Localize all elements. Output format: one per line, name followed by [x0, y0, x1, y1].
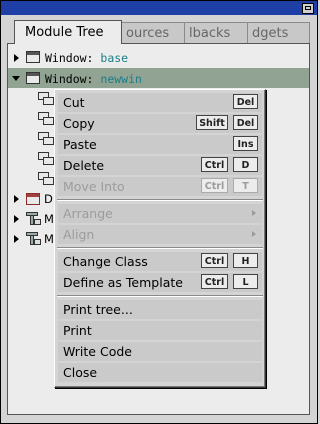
tree-row-text: Window: base [45, 51, 128, 65]
expand-arrow-icon[interactable] [14, 235, 19, 243]
collapse-arrow-icon[interactable] [12, 76, 20, 81]
expand-arrow-icon[interactable] [14, 54, 19, 62]
submenu-arrow-icon [252, 231, 256, 237]
menu-item-cut[interactable]: Cut Del [58, 93, 262, 112]
menu-item-label: Print [63, 323, 92, 338]
shortcut-key: Del [233, 115, 258, 130]
shortcut-key: L [233, 274, 258, 289]
title-bar[interactable] [1, 1, 317, 15]
shortcut-key: D [233, 157, 258, 172]
expand-arrow-icon[interactable] [14, 195, 19, 203]
window-icon [26, 51, 40, 63]
tab-callbacks[interactable]: lbacks [184, 22, 248, 43]
menu-item-move-into[interactable]: Move Into Ctrl T [58, 177, 262, 196]
menu-item-label: Arrange [63, 206, 113, 221]
menu-separator [57, 295, 263, 297]
menu-item-print[interactable]: Print [58, 321, 262, 340]
menu-item-align[interactable]: Align [58, 225, 262, 244]
widget-icon[interactable] [38, 132, 54, 145]
menu-item-delete[interactable]: Delete Ctrl D [58, 156, 262, 175]
widget-icon[interactable] [38, 92, 54, 105]
maximize-icon[interactable] [302, 3, 314, 14]
widget-name-label: base [100, 51, 129, 65]
menu-separator [57, 199, 263, 201]
menu-item-label: Delete [63, 158, 105, 173]
widget-icon[interactable] [38, 172, 54, 185]
window-icon [26, 72, 40, 84]
menu-item-label: Move Into [63, 179, 125, 194]
tree-row-window-base[interactable]: Window: base [8, 48, 309, 68]
shortcut-key: Ins [233, 136, 258, 151]
tab-bar: Module Tree ources lbacks dgets [14, 20, 312, 44]
shortcut-key: Ctrl [201, 274, 228, 289]
menu-item-label: Change Class [63, 254, 148, 269]
menu-item-copy[interactable]: Copy Shift Del [58, 114, 262, 133]
tab-widgets[interactable]: dgets [247, 22, 310, 43]
menu-item-close[interactable]: Close [58, 363, 262, 382]
submenu-arrow-icon [252, 210, 256, 216]
widget-class-label: Window: [45, 51, 94, 65]
shortcut-key: Ctrl [201, 253, 228, 268]
tree-row-window-newwin[interactable]: Window: newwin [8, 68, 309, 88]
menu-item-define-as-template[interactable]: Define as Template Ctrl L [58, 273, 262, 292]
menu-item-label: Align [63, 227, 95, 242]
context-menu: Cut Del Copy Shift Del Paste Ins Delete … [54, 89, 266, 388]
shortcut-key: Ctrl [201, 157, 228, 172]
menu-item-label: Close [63, 365, 98, 380]
shortcut-key: Del [233, 94, 258, 109]
shortcut-key: H [233, 253, 258, 268]
menu-item-print-tree[interactable]: Print tree... [58, 300, 262, 319]
menu-item-arrange[interactable]: Arrange [58, 204, 262, 223]
tree-row-text: Window: newwin [45, 72, 142, 86]
widget-class-label: Window: [45, 72, 94, 86]
menu-item-label: Paste [63, 137, 97, 152]
menu-item-change-class[interactable]: Change Class Ctrl H [58, 252, 262, 271]
tab-resources[interactable]: ources [121, 22, 185, 43]
tree-row-label: M [44, 232, 54, 246]
menu-item-label: Copy [63, 116, 95, 131]
menu-item-paste[interactable]: Paste Ins [58, 135, 262, 154]
tab-module-tree[interactable]: Module Tree [14, 20, 122, 44]
menu-item-label: Cut [63, 95, 85, 110]
module-icon [26, 212, 41, 226]
widget-name-label: newwin [100, 72, 142, 86]
shortcut-key: Shift [196, 115, 228, 130]
menu-item-label: Write Code [63, 344, 132, 359]
shortcut-key: T [233, 178, 258, 193]
menu-item-write-code[interactable]: Write Code [58, 342, 262, 361]
widget-icon[interactable] [38, 112, 54, 125]
expand-arrow-icon[interactable] [14, 215, 19, 223]
menu-separator [57, 247, 263, 249]
menu-item-label: Define as Template [63, 275, 183, 290]
menu-item-label: Print tree... [63, 302, 133, 317]
tree-row-label: D [44, 192, 53, 206]
dialog-icon [26, 193, 40, 205]
module-icon [26, 232, 41, 246]
tree-row-label: M [44, 212, 54, 226]
shortcut-key: Ctrl [201, 178, 228, 193]
widget-icon[interactable] [38, 152, 54, 165]
